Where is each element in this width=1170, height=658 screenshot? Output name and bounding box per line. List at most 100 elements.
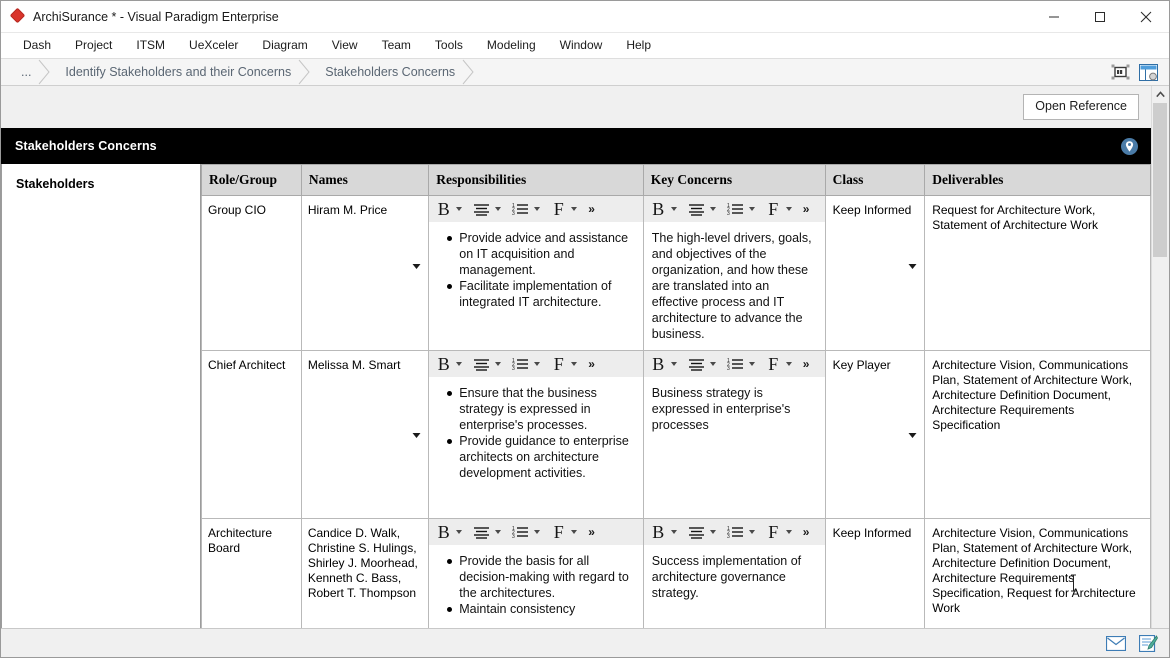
bold-button[interactable]: B: [651, 200, 677, 218]
scroll-up-button[interactable]: [1152, 86, 1169, 103]
chevron-down-icon[interactable]: [495, 530, 502, 534]
align-button[interactable]: [688, 357, 716, 372]
chevron-down-icon[interactable]: [785, 362, 792, 366]
cell-class[interactable]: Key Player: [824, 350, 926, 519]
chevron-down-icon[interactable]: [908, 429, 917, 438]
column-header-responsibilities[interactable]: Responsibilities: [428, 164, 644, 196]
chevron-double-right-icon[interactable]: »: [803, 357, 810, 371]
key-concerns-value[interactable]: Success implementation of architecture g…: [644, 546, 825, 609]
chevron-down-icon[interactable]: [571, 362, 578, 366]
chevron-down-icon[interactable]: [785, 207, 792, 211]
responsibilities-value[interactable]: Provide advice and assistance on IT acqu…: [429, 223, 643, 318]
mail-icon[interactable]: [1105, 633, 1127, 653]
chevron-down-icon[interactable]: [495, 207, 502, 211]
chevron-double-right-icon[interactable]: »: [588, 202, 595, 216]
breadcrumb-item-stakeholders-concerns[interactable]: Stakeholders Concerns: [315, 59, 479, 85]
align-button[interactable]: [473, 357, 502, 372]
menu-item-window[interactable]: Window: [548, 36, 615, 55]
fit-to-window-icon[interactable]: [1110, 63, 1131, 82]
bold-button[interactable]: B: [436, 523, 463, 541]
chevron-double-right-icon[interactable]: »: [588, 525, 595, 539]
chevron-down-icon[interactable]: [908, 260, 917, 269]
cell-deliverables[interactable]: Request for Architecture Work, Statement…: [924, 195, 1151, 351]
cell-class[interactable]: Keep Informed: [824, 518, 926, 628]
chevron-down-icon[interactable]: [670, 207, 677, 211]
chevron-down-icon[interactable]: [534, 207, 541, 211]
column-header-deliverables[interactable]: Deliverables: [924, 164, 1151, 196]
chevron-down-icon[interactable]: [412, 260, 421, 269]
note-edit-icon[interactable]: [1137, 633, 1159, 653]
menu-item-diagram[interactable]: Diagram: [250, 36, 319, 55]
chevron-down-icon[interactable]: [495, 362, 502, 366]
key-concerns-value[interactable]: The high-level drivers, goals, and objec…: [644, 223, 825, 350]
breadcrumb-item-identify-stakeholders[interactable]: Identify Stakeholders and their Concerns: [55, 59, 315, 85]
column-header-key-concerns[interactable]: Key Concerns: [642, 164, 826, 196]
chevron-down-icon[interactable]: [412, 429, 421, 438]
column-header-role-group[interactable]: Role/Group: [201, 164, 302, 196]
font-button[interactable]: F: [551, 523, 578, 541]
font-button[interactable]: F: [551, 355, 578, 373]
align-button[interactable]: [473, 525, 502, 540]
chevron-down-icon[interactable]: [456, 530, 463, 534]
chevron-down-icon[interactable]: [534, 530, 541, 534]
cell-responsibilities[interactable]: B: [428, 518, 644, 628]
cell-role-group[interactable]: Group CIO: [201, 195, 302, 351]
responsibilities-value[interactable]: Ensure that the business strategy is exp…: [429, 378, 643, 489]
cell-names[interactable]: Candice D. Walk, Christine S. Hulings, S…: [300, 518, 430, 628]
list-button[interactable]: 123: [512, 202, 541, 217]
chevron-down-icon[interactable]: [709, 530, 716, 534]
cell-names[interactable]: Hiram M. Price: [300, 195, 430, 351]
cell-role-group[interactable]: Architecture Board: [201, 518, 302, 628]
chevron-double-right-icon[interactable]: »: [803, 202, 810, 216]
chevron-down-icon[interactable]: [670, 530, 677, 534]
maximize-icon[interactable]: [1077, 1, 1123, 32]
cell-key-concerns[interactable]: B: [642, 195, 826, 351]
align-button[interactable]: [688, 202, 716, 217]
cell-class[interactable]: Keep Informed: [824, 195, 926, 351]
menu-item-itsm[interactable]: ITSM: [124, 36, 177, 55]
menu-item-view[interactable]: View: [320, 36, 370, 55]
chevron-down-icon[interactable]: [571, 530, 578, 534]
cell-deliverables[interactable]: Architecture Vision, Communications Plan…: [924, 518, 1151, 628]
font-button[interactable]: F: [766, 200, 792, 218]
bold-button[interactable]: B: [651, 355, 677, 373]
bold-button[interactable]: B: [436, 355, 463, 373]
menu-item-team[interactable]: Team: [370, 36, 423, 55]
panel-layout-icon[interactable]: [1138, 63, 1159, 82]
list-button[interactable]: 123: [727, 525, 755, 540]
chevron-down-icon[interactable]: [748, 362, 755, 366]
chevron-down-icon[interactable]: [571, 207, 578, 211]
breadcrumb-item-ellipsis[interactable]: ...: [11, 59, 55, 85]
key-concerns-value[interactable]: Business strategy is expressed in enterp…: [644, 378, 825, 441]
menu-item-tools[interactable]: Tools: [423, 36, 475, 55]
chevron-double-right-icon[interactable]: »: [588, 357, 595, 371]
menu-item-help[interactable]: Help: [614, 36, 663, 55]
chevron-double-right-icon[interactable]: »: [803, 525, 810, 539]
close-icon[interactable]: [1123, 1, 1169, 32]
bold-button[interactable]: B: [651, 523, 677, 541]
list-button[interactable]: 123: [512, 525, 541, 540]
cell-responsibilities[interactable]: B: [428, 350, 644, 519]
list-button[interactable]: 123: [512, 357, 541, 372]
font-button[interactable]: F: [766, 523, 792, 541]
font-button[interactable]: F: [551, 200, 578, 218]
bold-button[interactable]: B: [436, 200, 463, 218]
chevron-down-icon[interactable]: [534, 362, 541, 366]
open-reference-button[interactable]: Open Reference: [1023, 94, 1139, 120]
menu-item-project[interactable]: Project: [63, 36, 124, 55]
align-button[interactable]: [473, 202, 502, 217]
chevron-down-icon[interactable]: [709, 362, 716, 366]
menu-item-uexceler[interactable]: UeXceler: [177, 36, 250, 55]
minimize-icon[interactable]: [1031, 1, 1077, 32]
cell-key-concerns[interactable]: B: [642, 350, 826, 519]
cell-role-group[interactable]: Chief Architect: [201, 350, 302, 519]
chevron-down-icon[interactable]: [748, 207, 755, 211]
cell-key-concerns[interactable]: B: [642, 518, 826, 628]
list-button[interactable]: 123: [727, 357, 755, 372]
scroll-thumb[interactable]: [1153, 103, 1167, 257]
chevron-down-icon[interactable]: [670, 362, 677, 366]
menu-item-modeling[interactable]: Modeling: [475, 36, 548, 55]
chevron-down-icon[interactable]: [456, 362, 463, 366]
cell-responsibilities[interactable]: B: [428, 195, 644, 351]
align-button[interactable]: [688, 525, 716, 540]
